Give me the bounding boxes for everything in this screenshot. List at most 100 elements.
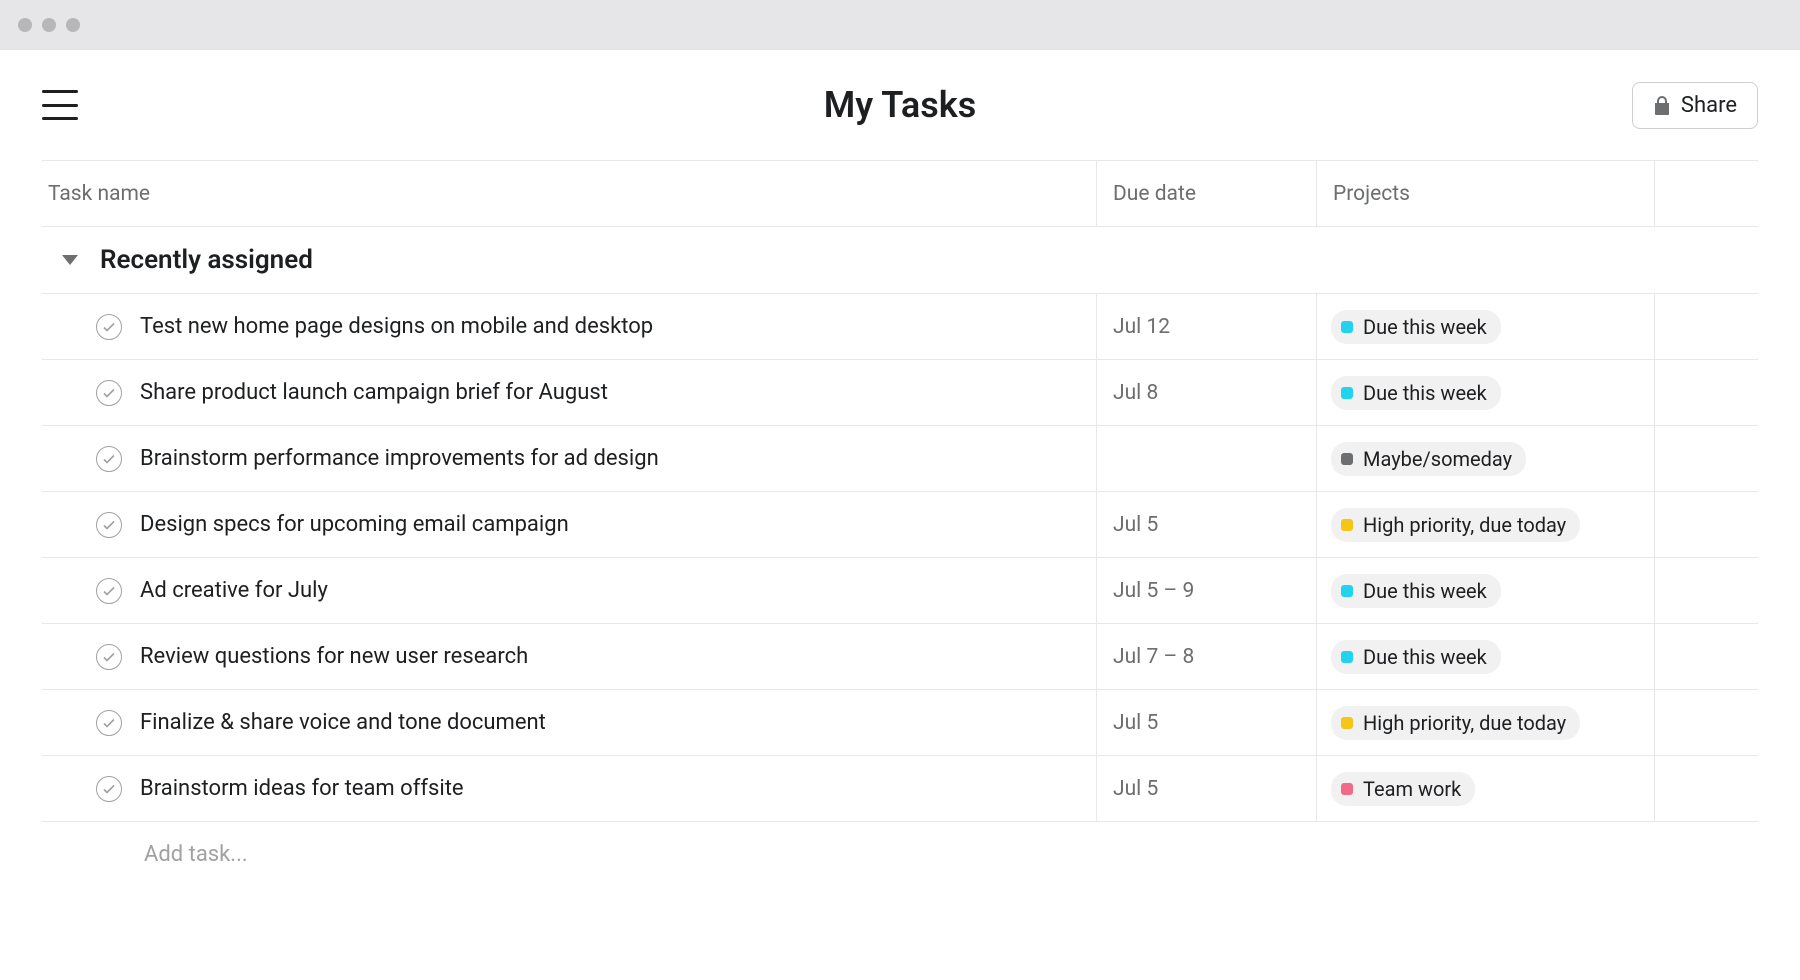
task-name-cell[interactable]: Share product launch campaign brief for …	[42, 360, 1096, 425]
project-color-dot	[1341, 453, 1353, 465]
task-end-cell	[1654, 624, 1758, 689]
task-name: Review questions for new user research	[140, 644, 528, 669]
project-chip[interactable]: High priority, due today	[1331, 706, 1580, 740]
task-due-date[interactable]: Jul 5	[1096, 690, 1316, 755]
project-chip[interactable]: Due this week	[1331, 574, 1501, 608]
project-color-dot	[1341, 717, 1353, 729]
task-name-cell[interactable]: Brainstorm ideas for team offsite	[42, 756, 1096, 821]
task-name-cell[interactable]: Ad creative for July	[42, 558, 1096, 623]
task-name: Share product launch campaign brief for …	[140, 380, 608, 405]
task-due-date[interactable]	[1096, 426, 1316, 491]
page-title: My Tasks	[824, 84, 976, 126]
share-button-label: Share	[1681, 93, 1737, 118]
task-end-cell	[1654, 558, 1758, 623]
app-header: My Tasks Share	[42, 50, 1758, 160]
project-chip[interactable]: Due this week	[1331, 376, 1501, 410]
add-task-placeholder: Add task...	[144, 842, 248, 867]
traffic-light-maximize[interactable]	[66, 18, 80, 32]
column-headers: Task name Due date Projects	[42, 161, 1758, 227]
project-color-dot	[1341, 321, 1353, 333]
window-titlebar	[0, 0, 1800, 50]
project-chip-label: Due this week	[1363, 579, 1487, 603]
task-row[interactable]: Review questions for new user research Ju…	[42, 623, 1758, 689]
task-due-date[interactable]: Jul 5	[1096, 756, 1316, 821]
task-name: Test new home page designs on mobile and…	[140, 314, 653, 339]
project-color-dot	[1341, 585, 1353, 597]
task-table: Task name Due date Projects Recently ass…	[42, 160, 1758, 887]
project-color-dot	[1341, 651, 1353, 663]
project-chip-label: Due this week	[1363, 315, 1487, 339]
column-header-projects[interactable]: Projects	[1316, 161, 1654, 226]
project-color-dot	[1341, 519, 1353, 531]
task-project-cell[interactable]: Maybe/someday	[1316, 426, 1654, 491]
task-project-cell[interactable]: Due this week	[1316, 558, 1654, 623]
complete-check-icon[interactable]	[96, 776, 122, 802]
task-row[interactable]: Ad creative for July Jul 5 – 9 Due this we…	[42, 557, 1758, 623]
traffic-light-close[interactable]	[18, 18, 32, 32]
task-name: Finalize & share voice and tone document	[140, 710, 546, 735]
menu-button[interactable]	[42, 90, 78, 120]
task-name-cell[interactable]: Design specs for upcoming email campaign	[42, 492, 1096, 557]
task-row[interactable]: Test new home page designs on mobile and…	[42, 293, 1758, 359]
complete-check-icon[interactable]	[96, 512, 122, 538]
project-chip[interactable]: Maybe/someday	[1331, 442, 1526, 476]
project-chip-label: Due this week	[1363, 645, 1487, 669]
project-chip-label: Team work	[1363, 777, 1461, 801]
task-end-cell	[1654, 294, 1758, 359]
task-project-cell[interactable]: Team work	[1316, 756, 1654, 821]
task-due-date[interactable]: Jul 5 – 9	[1096, 558, 1316, 623]
task-name-cell[interactable]: Brainstorm performance improvements for …	[42, 426, 1096, 491]
task-row[interactable]: Share product launch campaign brief for …	[42, 359, 1758, 425]
task-due-date[interactable]: Jul 12	[1096, 294, 1316, 359]
project-chip-label: High priority, due today	[1363, 513, 1566, 537]
complete-check-icon[interactable]	[96, 710, 122, 736]
project-color-dot	[1341, 387, 1353, 399]
project-chip-label: Maybe/someday	[1363, 447, 1512, 471]
column-header-extra	[1654, 161, 1758, 226]
complete-check-icon[interactable]	[96, 578, 122, 604]
task-due-date[interactable]: Jul 7 – 8	[1096, 624, 1316, 689]
section-header[interactable]: Recently assigned	[42, 227, 1758, 293]
section-title: Recently assigned	[100, 245, 313, 275]
task-end-cell	[1654, 360, 1758, 425]
task-name: Brainstorm performance improvements for …	[140, 446, 659, 471]
task-row[interactable]: Design specs for upcoming email campaign…	[42, 491, 1758, 557]
task-due-date[interactable]: Jul 5	[1096, 492, 1316, 557]
column-header-task-name[interactable]: Task name	[42, 182, 1096, 206]
share-button[interactable]: Share	[1632, 82, 1758, 129]
chevron-down-icon	[62, 255, 78, 265]
complete-check-icon[interactable]	[96, 446, 122, 472]
complete-check-icon[interactable]	[96, 380, 122, 406]
add-task-row[interactable]: Add task...	[42, 821, 1758, 887]
hamburger-icon	[42, 90, 78, 93]
task-row[interactable]: Finalize & share voice and tone document…	[42, 689, 1758, 755]
project-chip[interactable]: High priority, due today	[1331, 508, 1580, 542]
lock-icon	[1653, 95, 1671, 115]
task-name-cell[interactable]: Test new home page designs on mobile and…	[42, 294, 1096, 359]
project-chip[interactable]: Team work	[1331, 772, 1475, 806]
traffic-light-minimize[interactable]	[42, 18, 56, 32]
task-project-cell[interactable]: Due this week	[1316, 360, 1654, 425]
task-project-cell[interactable]: Due this week	[1316, 294, 1654, 359]
complete-check-icon[interactable]	[96, 314, 122, 340]
project-color-dot	[1341, 783, 1353, 795]
task-name: Brainstorm ideas for team offsite	[140, 776, 464, 801]
project-chip-label: High priority, due today	[1363, 711, 1566, 735]
complete-check-icon[interactable]	[96, 644, 122, 670]
project-chip[interactable]: Due this week	[1331, 640, 1501, 674]
task-project-cell[interactable]: Due this week	[1316, 624, 1654, 689]
task-row[interactable]: Brainstorm ideas for team offsite Jul 5 Te…	[42, 755, 1758, 821]
task-row[interactable]: Brainstorm performance improvements for …	[42, 425, 1758, 491]
task-project-cell[interactable]: High priority, due today	[1316, 492, 1654, 557]
task-name-cell[interactable]: Review questions for new user research	[42, 624, 1096, 689]
task-due-date[interactable]: Jul 8	[1096, 360, 1316, 425]
column-header-due-date[interactable]: Due date	[1096, 161, 1316, 226]
task-project-cell[interactable]: High priority, due today	[1316, 690, 1654, 755]
task-end-cell	[1654, 756, 1758, 821]
task-name: Design specs for upcoming email campaign	[140, 512, 569, 537]
task-name-cell[interactable]: Finalize & share voice and tone document	[42, 690, 1096, 755]
project-chip[interactable]: Due this week	[1331, 310, 1501, 344]
task-name: Ad creative for July	[140, 578, 328, 603]
project-chip-label: Due this week	[1363, 381, 1487, 405]
task-end-cell	[1654, 690, 1758, 755]
